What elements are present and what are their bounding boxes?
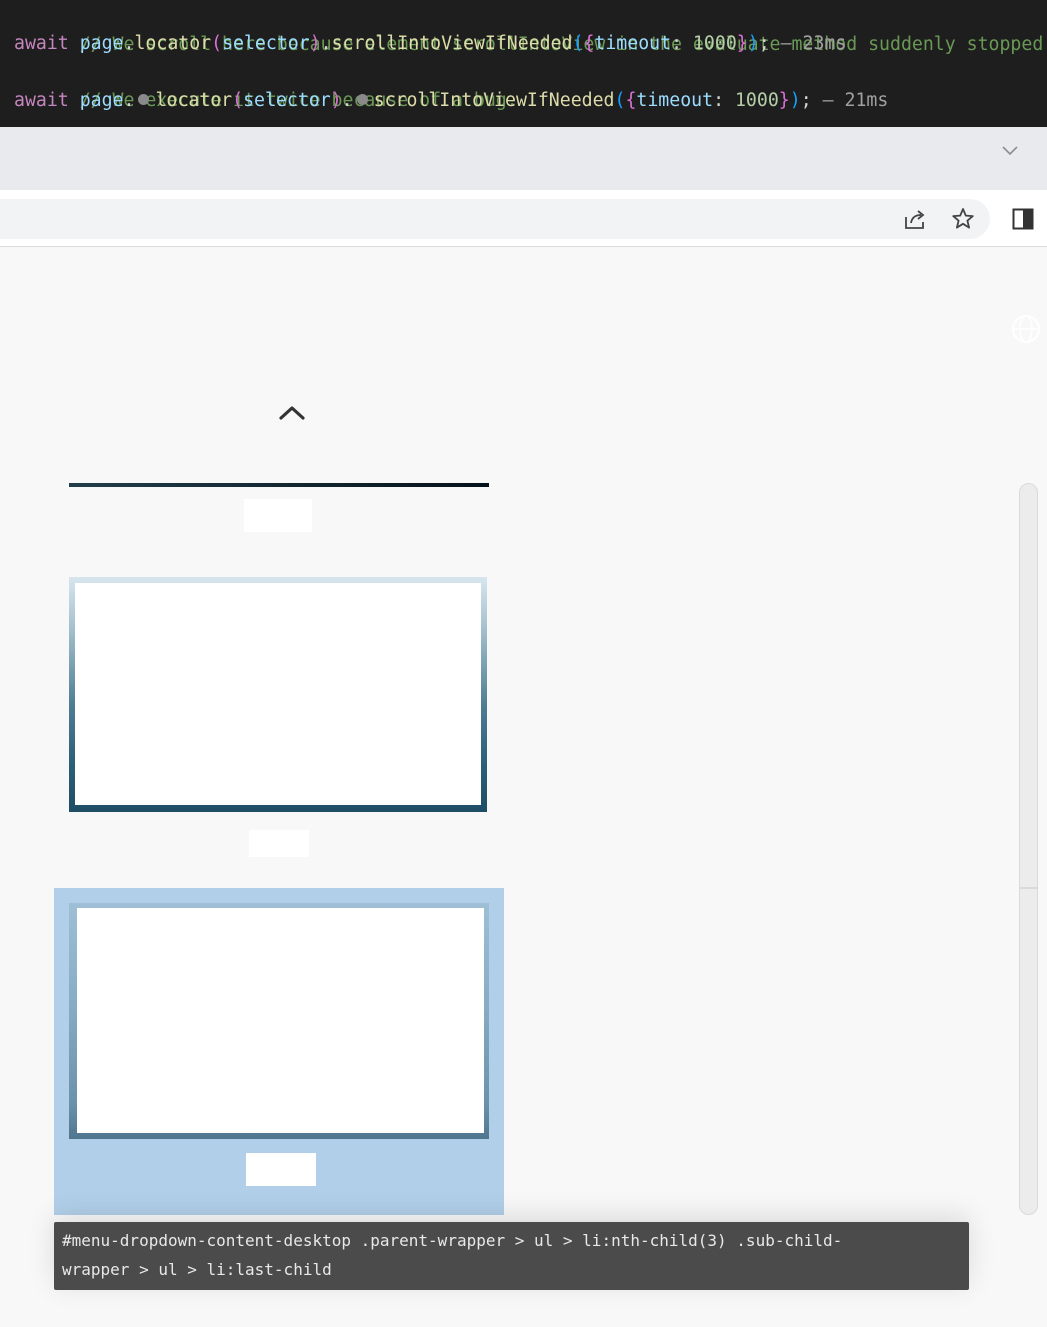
- card-image-area: [75, 583, 481, 805]
- breakpoint-dot-icon[interactable]: [138, 94, 150, 105]
- chevron-up-icon[interactable]: [276, 400, 308, 424]
- menu-card-2[interactable]: [69, 903, 489, 1139]
- code-paren: (: [572, 33, 584, 54]
- code-line-4: await page. locator(selector). scrollIntoV…: [14, 87, 888, 116]
- code-number: 1000: [692, 33, 737, 54]
- code-colon: :: [671, 33, 683, 54]
- code-timing: — 23ms: [780, 33, 847, 54]
- card-image-area: [77, 908, 484, 1133]
- breakpoint-dot-icon[interactable]: [356, 94, 368, 105]
- code-brace: }: [778, 90, 790, 111]
- code-function: locator: [134, 33, 212, 54]
- code-brace: {: [625, 90, 637, 111]
- card-label-placeholder: [249, 830, 309, 857]
- code-timing: — 21ms: [822, 90, 889, 111]
- code-paren: ): [309, 33, 321, 54]
- page-viewport: #menu-dropdown-content-desktop .parent-w…: [0, 247, 1047, 1327]
- code-object: page: [79, 33, 124, 54]
- code-function: scrollIntoViewIfNeeded: [373, 90, 615, 111]
- code-object: page: [79, 90, 124, 111]
- code-keyword: await: [14, 90, 69, 111]
- globe-icon[interactable]: [1010, 313, 1042, 345]
- scrollbar-thumb-edge: [1020, 887, 1037, 889]
- code-function: scrollIntoViewIfNeeded: [331, 33, 573, 54]
- card-label-placeholder: [246, 1153, 316, 1186]
- code-paren: ): [747, 33, 759, 54]
- code-semicolon: ;: [800, 90, 812, 111]
- bookmark-star-icon[interactable]: [950, 206, 976, 232]
- code-brace: }: [736, 33, 748, 54]
- share-icon[interactable]: [902, 206, 928, 232]
- menu-item-label-placeholder: [244, 499, 312, 532]
- code-paren: (: [232, 90, 244, 111]
- address-bar[interactable]: [0, 199, 990, 239]
- code-paren: (: [614, 90, 626, 111]
- browser-toolbar: [0, 190, 1047, 247]
- code-property: timeout: [636, 90, 714, 111]
- code-dot: .: [341, 90, 353, 111]
- code-dot: .: [320, 33, 332, 54]
- tab-strip: [0, 127, 1047, 190]
- code-keyword: await: [14, 33, 69, 54]
- code-semicolon: ;: [758, 33, 770, 54]
- code-line-2: await page.locator(selector).scrollIntoV…: [14, 30, 846, 59]
- code-argument: selector: [243, 90, 331, 111]
- code-brace: {: [583, 33, 595, 54]
- code-paren: ): [330, 90, 342, 111]
- selector-tooltip: #menu-dropdown-content-desktop .parent-w…: [54, 1222, 969, 1290]
- code-panel: // We scroll here because element.scroll…: [0, 0, 1047, 128]
- screen: // We scroll here because element.scroll…: [0, 0, 1047, 1327]
- active-menu-underline: [69, 483, 489, 487]
- code-paren: (: [211, 33, 223, 54]
- side-panel-icon[interactable]: [1010, 206, 1036, 232]
- code-dot: .: [123, 33, 135, 54]
- code-colon: :: [713, 90, 725, 111]
- tooltip-selector-line: wrapper > ul > li:last-child: [62, 1260, 332, 1279]
- menu-card-1[interactable]: [69, 577, 487, 812]
- code-paren: ): [789, 90, 801, 111]
- chevron-down-icon[interactable]: [1000, 141, 1020, 161]
- code-property: timeout: [594, 33, 672, 54]
- scrollbar[interactable]: [1019, 483, 1038, 1215]
- code-function: locator: [155, 90, 233, 111]
- code-dot: .: [123, 90, 135, 111]
- code-argument: selector: [222, 33, 310, 54]
- code-number: 1000: [734, 90, 779, 111]
- tooltip-selector-line: #menu-dropdown-content-desktop .parent-w…: [62, 1231, 843, 1250]
